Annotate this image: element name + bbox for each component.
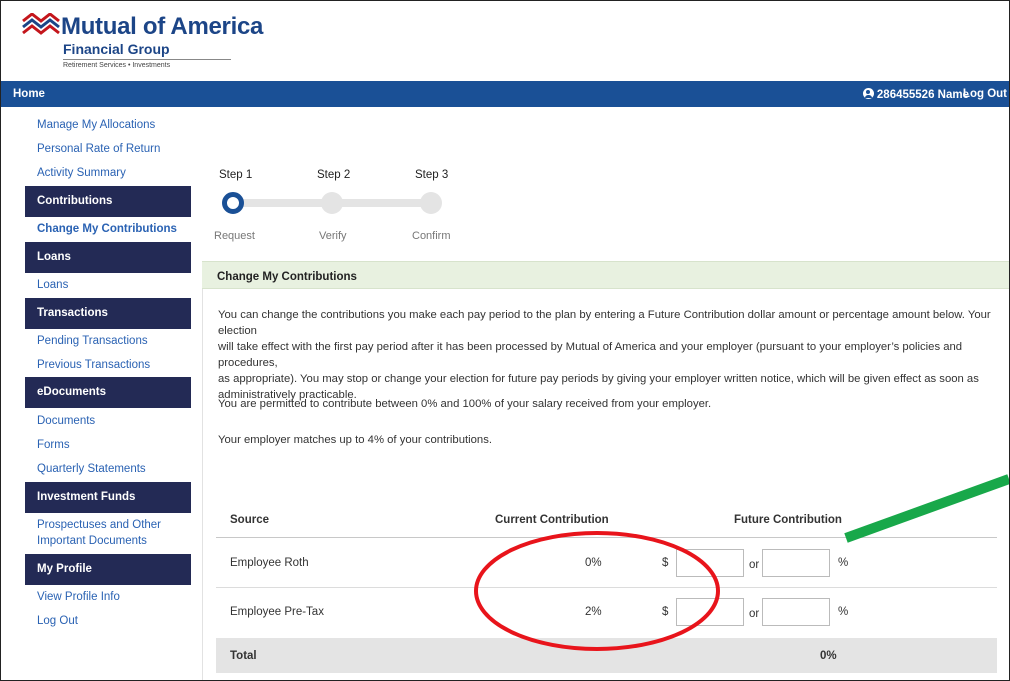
row-current-contribution: 2% <box>585 606 602 618</box>
col-header-future: Future Contribution <box>734 514 842 526</box>
step-3-label: Step 3 <box>415 169 449 181</box>
row-source: Employee Pre-Tax <box>230 606 324 618</box>
user-id-label: 286455526 Name <box>876 89 969 101</box>
sidebar-section-edocuments[interactable]: eDocuments <box>25 377 191 408</box>
step-2-label: Step 2 <box>317 169 351 181</box>
pretax-percent-input[interactable] <box>762 598 830 626</box>
sidebar-section-investment-funds[interactable]: Investment Funds <box>25 482 191 513</box>
sidebar-item-log-out[interactable]: Log Out <box>37 615 78 627</box>
dollar-sign: $ <box>662 606 669 618</box>
header-divider <box>216 537 997 538</box>
percent-sign: % <box>838 606 849 618</box>
col-header-source: Source <box>230 514 269 526</box>
step-1-sublabel: Request <box>214 230 255 242</box>
intro-line-1: You can change the contributions you mak… <box>218 309 991 337</box>
panel-title: Change My Contributions <box>202 261 1009 289</box>
brand-divider <box>63 59 231 60</box>
intro-paragraph: You can change the contributions you mak… <box>218 307 998 403</box>
brand-logo[interactable]: Mutual of America Financial Group Retire… <box>21 13 263 69</box>
pretax-dollar-input[interactable] <box>676 598 744 626</box>
sidebar-item-change-contributions[interactable]: Change My Contributions <box>37 223 177 235</box>
flag-icon <box>22 13 60 35</box>
sidebar-item-documents[interactable]: Documents <box>37 415 95 427</box>
sidebar-item-previous-transactions[interactable]: Previous Transactions <box>37 359 150 371</box>
step-3-sublabel: Confirm <box>412 230 451 242</box>
brand-subtitle: Financial Group <box>63 41 170 57</box>
user-account[interactable]: 286455526 Name <box>862 88 969 101</box>
sidebar-item-quarterly-statements[interactable]: Quarterly Statements <box>37 463 146 475</box>
sidebar-section-contributions[interactable]: Contributions <box>25 186 191 217</box>
sidebar-section-loans[interactable]: Loans <box>25 242 191 273</box>
step-2-sublabel: Verify <box>319 230 347 242</box>
step-3-dot <box>420 192 442 214</box>
sidebar-section-transactions[interactable]: Transactions <box>25 298 191 329</box>
home-link[interactable]: Home <box>13 88 45 100</box>
dollar-sign: $ <box>662 557 669 569</box>
step-1-dot <box>222 192 244 214</box>
page-frame: Mutual of America Financial Group Retire… <box>0 0 1010 681</box>
percent-sign: % <box>838 557 849 569</box>
brand-tagline: Retirement Services • Investments <box>63 62 171 69</box>
total-label: Total <box>230 650 257 662</box>
sidebar-item-manage-allocations[interactable]: Manage My Allocations <box>37 119 155 131</box>
roth-percent-input[interactable] <box>762 549 830 577</box>
sidebar-item-activity-summary[interactable]: Activity Summary <box>37 167 126 179</box>
sidebar-item-view-profile[interactable]: View Profile Info <box>37 591 120 603</box>
permitted-range-text: You are permitted to contribute between … <box>218 398 712 410</box>
intro-line-2: will take effect with the first pay peri… <box>218 341 963 369</box>
top-nav-bar: Home 286455526 Name Log Out <box>1 81 1009 107</box>
step-1-label: Step 1 <box>219 169 253 181</box>
sidebar-item-pending-transactions[interactable]: Pending Transactions <box>37 335 148 347</box>
row-divider <box>216 587 997 588</box>
sidebar-item-prospectuses-line1[interactable]: Prospectuses and Other <box>37 519 161 531</box>
sidebar-item-rate-of-return[interactable]: Personal Rate of Return <box>37 143 160 155</box>
roth-dollar-input[interactable] <box>676 549 744 577</box>
sidebar-item-prospectuses-line2[interactable]: Important Documents <box>37 535 147 547</box>
row-current-contribution: 0% <box>585 557 602 569</box>
intro-line-3: as appropriate). You may stop or change … <box>218 373 979 385</box>
total-row: Total 0% <box>216 638 997 673</box>
brand-name: Mutual of America <box>61 13 264 40</box>
logout-link[interactable]: Log Out <box>963 88 1007 100</box>
step-2-dot <box>321 192 343 214</box>
or-label: or <box>749 559 760 571</box>
or-label: or <box>749 608 760 620</box>
sidebar-item-loans[interactable]: Loans <box>37 279 68 291</box>
row-source: Employee Roth <box>230 557 309 569</box>
employer-match-text: Your employer matches up to 4% of your c… <box>218 434 492 446</box>
sidebar-item-forms[interactable]: Forms <box>37 439 70 451</box>
col-header-current: Current Contribution <box>495 514 609 526</box>
sidebar-section-my-profile[interactable]: My Profile <box>25 554 191 585</box>
total-value: 0% <box>820 650 837 662</box>
user-icon <box>862 88 874 99</box>
